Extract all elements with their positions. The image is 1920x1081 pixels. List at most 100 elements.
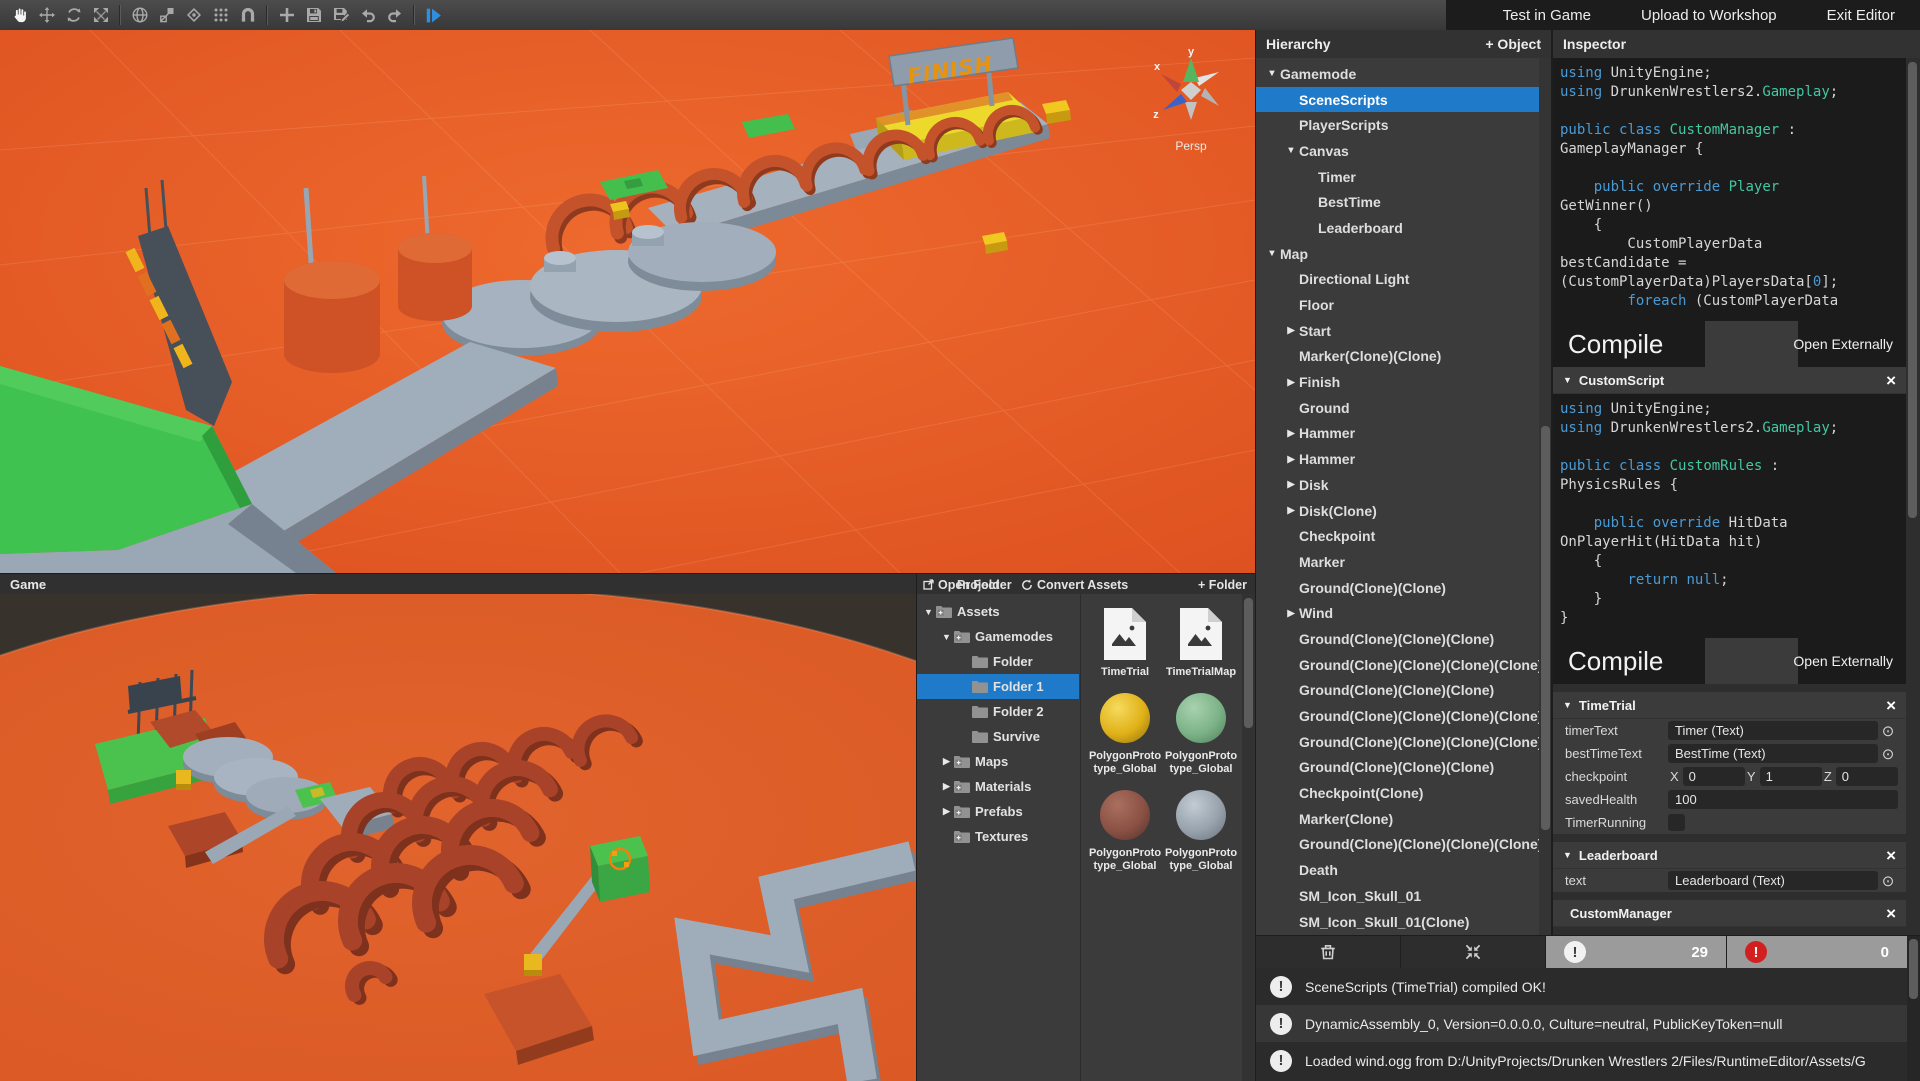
hierarchy-scrollbar[interactable]: [1539, 58, 1551, 935]
hierarchy-item[interactable]: Ground: [1256, 395, 1551, 421]
folder-tree-item[interactable]: ▼Assets: [917, 599, 1079, 624]
scrollbar-thumb[interactable]: [1541, 426, 1550, 829]
add-object-button[interactable]: + Object: [1485, 36, 1541, 52]
hierarchy-item[interactable]: Ground(Clone)(Clone)(Clone)(Clone): [1256, 729, 1551, 755]
hierarchy-item[interactable]: SM_Icon_Skull_01: [1256, 883, 1551, 909]
expand-arrow-icon[interactable]: ▼: [921, 607, 936, 617]
hierarchy-item[interactable]: Marker: [1256, 549, 1551, 575]
redo-button[interactable]: [381, 0, 408, 30]
test-in-game-button[interactable]: Test in Game: [1478, 0, 1616, 30]
hierarchy-item[interactable]: ▶Disk: [1256, 472, 1551, 498]
collapsed-arrow-icon[interactable]: ▶: [1283, 454, 1299, 465]
hierarchy-item[interactable]: ▶Start: [1256, 318, 1551, 344]
asset-item[interactable]: PolygonPrototype_Global: [1163, 789, 1239, 873]
hierarchy-item[interactable]: Marker(Clone): [1256, 806, 1551, 832]
expand-arrow-icon[interactable]: ▼: [1563, 375, 1572, 385]
hierarchy-item[interactable]: ▼Gamemode: [1256, 61, 1551, 87]
add-object-tool[interactable]: [273, 0, 300, 30]
object-field[interactable]: BestTime (Text): [1668, 744, 1878, 763]
pivot-toggle[interactable]: [153, 0, 180, 30]
move-tool[interactable]: [33, 0, 60, 30]
game-viewport[interactable]: [0, 594, 916, 1081]
scrollbar-thumb[interactable]: [1908, 62, 1917, 518]
object-field[interactable]: Leaderboard (Text): [1668, 871, 1878, 890]
hierarchy-item[interactable]: ▶Hammer: [1256, 446, 1551, 472]
asset-item[interactable]: TimeTrial: [1087, 608, 1163, 679]
errors-filter-button[interactable]: !0: [1727, 936, 1908, 968]
scene-viewport[interactable]: FINISH: [0, 30, 1255, 573]
hierarchy-item[interactable]: Ground(Clone)(Clone)(Clone)(Clone)(C: [1256, 703, 1551, 729]
open-externally-button[interactable]: Open Externally: [1793, 653, 1893, 669]
open-externally-button[interactable]: Open Externally: [1793, 336, 1893, 352]
asset-item[interactable]: TimeTrialMap: [1163, 608, 1239, 679]
collapsed-arrow-icon[interactable]: ▶: [1283, 377, 1299, 388]
expand-arrow-icon[interactable]: ▼: [1264, 248, 1280, 259]
expand-arrow-icon[interactable]: ▼: [939, 632, 954, 642]
save-as-button[interactable]: [327, 0, 354, 30]
expand-arrow-icon[interactable]: ▼: [1283, 145, 1299, 156]
expand-arrow-icon[interactable]: ▼: [1563, 850, 1572, 860]
clear-console-button[interactable]: [1256, 936, 1401, 968]
camera-mode-label[interactable]: Persp: [1149, 139, 1233, 153]
orientation-gizmo[interactable]: y x z Persp: [1149, 46, 1233, 156]
script-code-view[interactable]: using UnityEngine;using DrunkenWrestlers…: [1553, 58, 1906, 321]
console-scrollbar[interactable]: [1907, 936, 1920, 1081]
undo-button[interactable]: [354, 0, 381, 30]
hierarchy-item[interactable]: Checkpoint: [1256, 523, 1551, 549]
folder-tree-item[interactable]: ▼Gamemodes: [917, 624, 1079, 649]
inspector-scrollbar[interactable]: [1906, 58, 1920, 935]
console-message[interactable]: !SceneScripts (TimeTrial) compiled OK!: [1256, 968, 1908, 1005]
hierarchy-item[interactable]: ▶Wind: [1256, 600, 1551, 626]
console-message[interactable]: !DynamicAssembly_0, Version=0.0.0.0, Cul…: [1256, 1005, 1908, 1042]
checkbox[interactable]: [1668, 814, 1685, 831]
collapsed-arrow-icon[interactable]: ▶: [1283, 505, 1299, 516]
axis-value-field[interactable]: 0: [1683, 767, 1745, 786]
folder-tree-item[interactable]: ▶Materials: [917, 774, 1079, 799]
hierarchy-item[interactable]: ▶Hammer: [1256, 421, 1551, 447]
close-icon[interactable]: ×: [1886, 697, 1896, 714]
asset-item[interactable]: PolygonPrototype_Global: [1087, 692, 1163, 776]
scrollbar-thumb[interactable]: [1909, 939, 1918, 999]
hierarchy-item[interactable]: Ground(Clone)(Clone): [1256, 575, 1551, 601]
hierarchy-item[interactable]: ▼Map: [1256, 241, 1551, 267]
hierarchy-item[interactable]: Leaderboard: [1256, 215, 1551, 241]
scale-tool[interactable]: [87, 0, 114, 30]
project-scrollbar[interactable]: [1242, 594, 1255, 1081]
close-icon[interactable]: ×: [1886, 847, 1896, 864]
magnet-snap-toggle[interactable]: [234, 0, 261, 30]
folder-tree-item[interactable]: Folder 2: [917, 699, 1079, 724]
hierarchy-item[interactable]: Marker(Clone)(Clone): [1256, 344, 1551, 370]
save-button[interactable]: [300, 0, 327, 30]
object-picker-icon[interactable]: ⊙: [1878, 872, 1898, 890]
object-picker-icon[interactable]: ⊙: [1878, 745, 1898, 763]
hierarchy-item[interactable]: PlayerScripts: [1256, 112, 1551, 138]
scrollbar-thumb[interactable]: [1244, 598, 1253, 728]
rotate-tool[interactable]: [60, 0, 87, 30]
object-picker-icon[interactable]: ⊙: [1878, 722, 1898, 740]
compile-button[interactable]: Compile: [1553, 646, 1663, 677]
folder-tree-item[interactable]: ▶Prefabs: [917, 799, 1079, 824]
hierarchy-item[interactable]: Ground(Clone)(Clone)(Clone): [1256, 678, 1551, 704]
collapse-console-button[interactable]: [1401, 936, 1546, 968]
hierarchy-item[interactable]: SceneScripts: [1256, 87, 1551, 113]
compile-button[interactable]: Compile: [1553, 329, 1663, 360]
collapsed-arrow-icon[interactable]: ▶: [939, 781, 954, 792]
hierarchy-item[interactable]: Ground(Clone)(Clone)(Clone)(Clone): [1256, 652, 1551, 678]
orbit-tool[interactable]: [180, 0, 207, 30]
hierarchy-item[interactable]: Ground(Clone)(Clone)(Clone)(Clone): [1256, 832, 1551, 858]
play-button[interactable]: [420, 0, 447, 30]
folder-tree-item[interactable]: ▶Maps: [917, 749, 1079, 774]
collapsed-arrow-icon[interactable]: ▶: [939, 806, 954, 817]
hierarchy-item[interactable]: Ground(Clone)(Clone)(Clone): [1256, 626, 1551, 652]
collapsed-arrow-icon[interactable]: ▶: [939, 756, 954, 767]
asset-item[interactable]: PolygonPrototype_Global: [1087, 789, 1163, 873]
collapsed-arrow-icon[interactable]: ▶: [1283, 325, 1299, 336]
hand-tool[interactable]: [6, 0, 33, 30]
folder-tree-item[interactable]: Survive: [917, 724, 1079, 749]
hierarchy-item[interactable]: Timer: [1256, 164, 1551, 190]
folder-tree-item[interactable]: Folder 1: [917, 674, 1079, 699]
hierarchy-item[interactable]: Ground(Clone)(Clone)(Clone): [1256, 755, 1551, 781]
add-folder-button[interactable]: + Folder: [1198, 574, 1247, 595]
object-field[interactable]: Timer (Text): [1668, 721, 1878, 740]
warnings-filter-button[interactable]: !29: [1546, 936, 1727, 968]
